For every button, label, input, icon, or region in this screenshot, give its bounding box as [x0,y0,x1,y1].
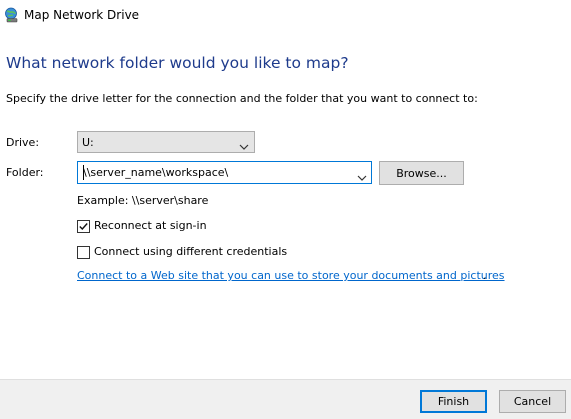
chevron-down-icon[interactable] [356,168,368,181]
drive-select[interactable]: U: [77,131,255,153]
web-site-link[interactable]: Connect to a Web site that you can use t… [77,269,505,283]
credentials-checkbox[interactable] [77,246,90,259]
window-title: Map Network Drive [24,8,140,22]
drive-select-value: U: [82,136,94,149]
title-bar: Map Network Drive [0,0,571,30]
map-network-drive-window: Map Network Drive What network folder wo… [0,0,571,419]
reconnect-checkbox[interactable] [77,220,90,233]
dialog-footer: Finish Cancel [0,379,571,419]
folder-label: Folder: [6,166,44,179]
checkmark-icon [79,223,88,231]
web-site-link-period: . [483,269,487,282]
browse-button-label: Browse... [396,166,447,180]
folder-input[interactable]: \\server_name\workspace\ [77,161,372,184]
page-heading: What network folder would you like to ma… [6,54,349,72]
example-text: Example: \\server\share [77,194,209,207]
network-drive-icon [4,7,20,23]
reconnect-label[interactable]: Reconnect at sign-in [94,219,207,233]
finish-button[interactable]: Finish [420,390,487,413]
cancel-button-label: Cancel [513,395,552,408]
cancel-button[interactable]: Cancel [499,390,566,413]
web-site-link-text[interactable]: Connect to a Web site that you can use t… [77,269,505,282]
drive-label: Drive: [6,136,40,149]
credentials-label[interactable]: Connect using different credentials [94,245,287,259]
finish-button-label: Finish [437,395,470,408]
chevron-down-icon [238,137,250,150]
folder-input-value: \\server_name\workspace\ [83,166,229,179]
browse-button[interactable]: Browse... [379,161,464,185]
instruction-text: Specify the drive letter for the connect… [6,92,478,105]
